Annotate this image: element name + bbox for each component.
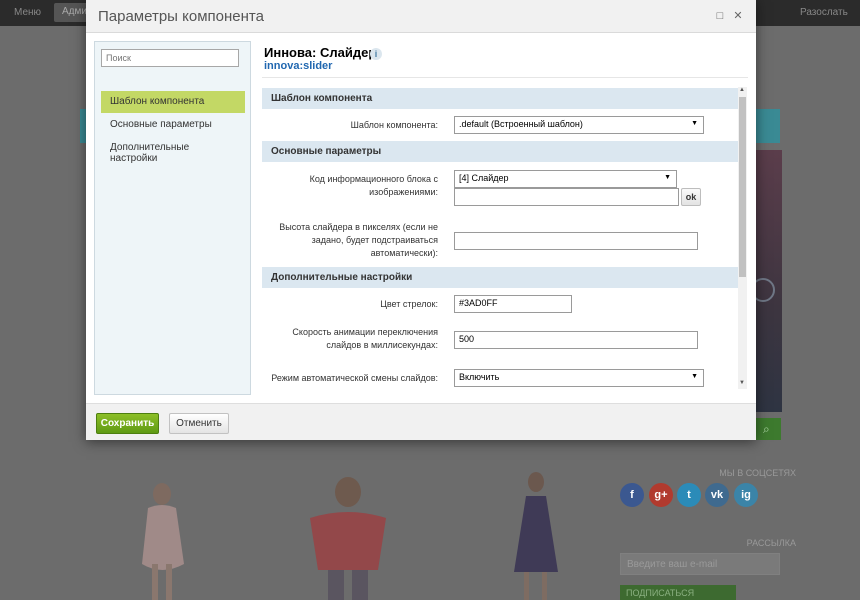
subscribe-button: ПОДПИСАТЬСЯ [620, 585, 736, 600]
section-basic-header: Основные параметры [262, 141, 740, 162]
chevron-down-icon: ▼ [691, 120, 698, 127]
info-icon[interactable]: i [370, 48, 382, 60]
topbar-menu[interactable]: Меню [14, 7, 41, 18]
template-label: Шаблон компонента: [350, 120, 438, 130]
sidebar-item-basic-params[interactable]: Основные параметры [101, 114, 245, 136]
background-slider-banner [751, 150, 782, 412]
chevron-down-icon: ▼ [691, 373, 698, 380]
newsletter-email-input: Введите ваш e-mail [620, 553, 780, 575]
dialog-header: Параметры компонента □ ✕ [86, 0, 756, 33]
iblock-code-label: Код информационного блока с изображениям… [309, 174, 438, 197]
dialog-footer: Сохранить Отменить [86, 403, 756, 440]
newsletter-label: РАССЫЛКА [746, 538, 796, 548]
close-icon[interactable]: ✕ [730, 8, 746, 24]
form-scrollbar[interactable]: ▲ ▼ [738, 87, 747, 389]
autoplay-select-value: Включить [459, 372, 500, 382]
maximize-icon[interactable]: □ [712, 8, 728, 24]
iblock-code-select[interactable]: [4] Слайдер ▼ [454, 170, 677, 188]
component-params-dialog: Параметры компонента □ ✕ Шаблон компонен… [86, 0, 756, 440]
cancel-button[interactable]: Отменить [169, 413, 229, 434]
slider-height-label: Высота слайдера в пикселях (если не зада… [279, 222, 438, 258]
scroll-down-icon[interactable]: ▼ [739, 380, 745, 386]
autoplay-label: Режим автоматической смены слайдов: [271, 373, 438, 383]
vk-icon: vk [705, 483, 729, 507]
save-button[interactable]: Сохранить [96, 413, 159, 434]
component-title: Иннова: Слайдер [264, 45, 377, 60]
iblock-code-select-value: [4] Слайдер [459, 173, 509, 183]
social-label: МЫ В СОЦСЕТЯХ [719, 468, 796, 478]
sections-sidebar: Шаблон компонента Основные параметры Доп… [94, 41, 251, 395]
background-sidebar: МЫ В СОЦСЕТЯХ РАССЫЛКА [620, 460, 796, 600]
product-figure-1 [142, 483, 184, 600]
params-form: Шаблон компонента Шаблон компонента: .de… [262, 87, 748, 395]
search-input[interactable] [101, 49, 239, 67]
autoplay-select[interactable]: Включить ▼ [454, 369, 704, 387]
dialog-title: Параметры компонента [98, 8, 264, 25]
slider-height-input[interactable] [454, 232, 698, 250]
arrow-color-input[interactable]: #3AD0FF [454, 295, 572, 313]
chevron-down-icon: ▼ [664, 174, 671, 181]
facebook-icon: f [620, 483, 644, 507]
twitter-icon: t [677, 483, 701, 507]
google-plus-icon: g+ [649, 483, 673, 507]
sidebar-item-extra-settings[interactable]: Дополнительные настройки [101, 137, 245, 164]
sidebar-item-template[interactable]: Шаблон компонента [101, 91, 245, 113]
scroll-up-icon[interactable]: ▲ [739, 87, 745, 93]
search-icon: ⌕ [763, 422, 770, 436]
section-template-header: Шаблон компонента [262, 88, 740, 109]
product-figure-3 [514, 472, 558, 600]
section-extra-header: Дополнительные настройки [262, 267, 740, 288]
component-code: innova:slider [264, 60, 333, 72]
background-search-button: ⌕ [755, 418, 781, 440]
iblock-code-input[interactable] [454, 188, 679, 206]
ok-button[interactable]: ok [681, 188, 701, 206]
template-select[interactable]: .default (Встроенный шаблон) ▼ [454, 116, 704, 134]
product-figure-2 [310, 477, 386, 600]
topbar-right-item[interactable]: Разослать [800, 7, 848, 18]
arrow-color-label: Цвет стрелок: [380, 299, 438, 309]
template-select-value: .default (Встроенный шаблон) [459, 119, 583, 129]
animation-speed-input[interactable]: 500 [454, 331, 698, 349]
instagram-icon: ig [734, 483, 758, 507]
params-pane: Иннова: Слайдер i innova:slider Шаблон к… [262, 41, 750, 397]
header-divider [262, 77, 748, 78]
animation-speed-label: Скорость анимации переключения слайдов в… [292, 327, 438, 350]
scroll-thumb[interactable] [739, 97, 746, 277]
